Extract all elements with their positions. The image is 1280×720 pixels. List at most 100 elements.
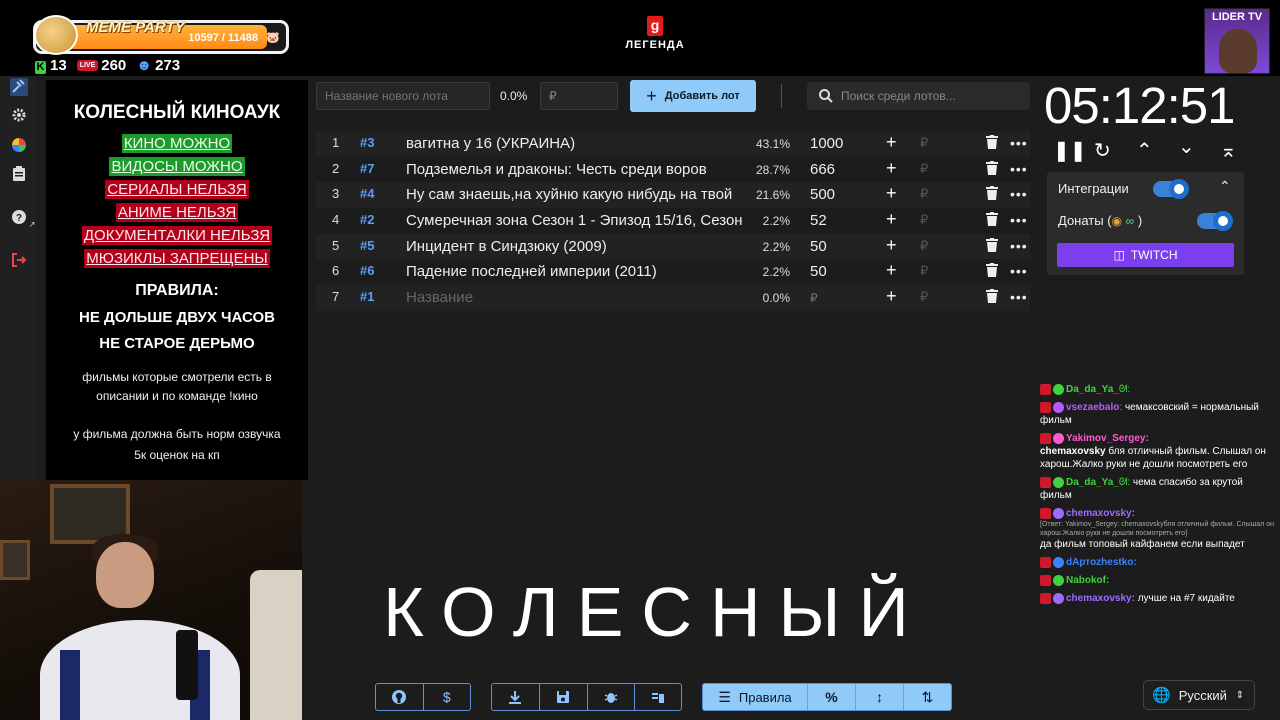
lot-currency[interactable]: ₽ [920,238,928,254]
chat-nick[interactable]: Da_da_Ya_ [1066,477,1119,488]
lot-currency[interactable]: ₽ [920,186,928,202]
wheel-icon[interactable] [10,137,28,155]
chevron-up-icon[interactable]: ⌃ [1136,138,1153,163]
help-icon[interactable]: ? [10,209,28,227]
chat-nick[interactable]: chemaxovsky: [1066,593,1135,604]
search-icon [819,89,833,103]
chevron-down-icon[interactable]: ⌄ [1178,134,1195,159]
add-amount-icon[interactable]: + [886,158,897,179]
rules-heading: ПРАВИЛА: [135,282,219,299]
add-lot-button[interactable]: + Добавить лот [630,80,756,112]
live-icon: LIVE [76,60,99,72]
lot-row: 6 #6 Падение последней империи (2011) 2.2% 5… [316,259,1030,285]
add-amount-icon[interactable]: + [886,209,897,230]
lot-name-field[interactable]: Инцидент в Синдзюку (2009) [406,238,742,255]
bug-icon[interactable] [588,684,636,710]
lot-currency[interactable]: ₽ [920,161,928,177]
lots-table: 1 #3 вагитна у 16 (УКРАИНА) 43.1% 1000 + ₽ ••• 2… [316,131,1030,311]
list-icon: ☰ [718,688,731,705]
lot-amount-field[interactable]: 52 [810,212,827,229]
more-options-icon[interactable]: ••• [1010,186,1028,202]
chat-nick[interactable]: chemaxovsky: [1066,508,1135,519]
viewers-count: 273 [155,56,181,74]
meme-party-title: MEME PARTY [86,19,185,36]
lot-currency[interactable]: ₽ [920,289,928,305]
clipboard-icon[interactable] [10,166,28,184]
auction-gavel-icon[interactable] [10,78,28,96]
new-lot-price-input[interactable]: ₽ [540,82,618,110]
add-amount-icon[interactable]: + [886,235,897,256]
language-select[interactable]: 🌐 Русский ⇕ [1143,680,1255,710]
logo-text: ЛЕГЕНДА [625,39,685,51]
lot-amount-field[interactable]: ₽ [810,291,818,305]
chat-nick[interactable]: vsezaebalo [1066,402,1119,413]
lot-amount-field[interactable]: 1000 [810,135,843,152]
trash-icon[interactable] [986,135,998,152]
reset-icon[interactable]: ↻ [1094,138,1111,163]
lot-currency[interactable]: ₽ [920,135,928,151]
lot-name-field[interactable]: Сумеречная зона Сезон 1 - Эпизод 15/16, … [406,212,742,229]
lot-row: 4 #2 Сумеречная зона Сезон 1 - Эпизод 15/1… [316,208,1030,234]
chat-nick[interactable]: Yakimov_Sergey: [1066,433,1149,444]
trash-icon[interactable] [986,160,998,178]
lot-amount-field[interactable]: 666 [810,161,835,178]
lot-amount-field[interactable]: 500 [810,186,835,203]
chat-message: Yakimov_Sergey: chemaxovsky бля отличный … [1040,432,1276,471]
new-lot-name-input[interactable] [316,82,490,110]
user-badge-icon [1053,401,1064,413]
compact-view-icon[interactable]: ↕ [856,684,904,710]
twitch-button[interactable]: ◫ TWITCH [1057,243,1234,267]
toolbar-divider [781,84,782,108]
lot-percent: 28.7% [755,162,790,177]
double-up-icon[interactable]: ⌅ [1220,138,1237,163]
chat-nick[interactable]: Da_da_Ya_ [1066,384,1119,395]
lot-name-field[interactable]: Падение последней империи (2011) [406,263,742,280]
trash-icon[interactable] [986,289,998,306]
more-options-icon[interactable]: ••• [1010,238,1028,254]
lot-amount-field[interactable]: 50 [810,238,827,255]
more-options-icon[interactable]: ••• [1010,135,1028,151]
trash-icon[interactable] [986,186,998,203]
lot-search-input[interactable]: Поиск среди лотов... [807,82,1030,110]
trash-icon[interactable] [986,212,998,229]
pause-icon[interactable]: ❚❚ [1053,138,1087,163]
sort-icon[interactable]: ⇅ [904,684,951,710]
add-amount-icon[interactable]: + [886,132,897,153]
more-options-icon[interactable]: ••• [1010,263,1028,279]
trash-icon[interactable] [986,263,998,280]
percent-toggle-button[interactable]: % [808,684,856,710]
github-icon[interactable] [376,684,424,710]
save-icon[interactable] [540,684,588,710]
donations-toggle[interactable] [1197,211,1233,231]
lot-name-field[interactable]: Ну сам знаешь,на хуйню какую нибудь на т… [406,186,742,203]
lot-name-field[interactable]: Подземелья и драконы: Честь среди воров [406,161,742,178]
plus-icon: + [646,85,657,106]
add-amount-icon[interactable]: + [886,260,897,281]
logout-icon[interactable] [10,252,28,270]
lot-amount-field[interactable]: 50 [810,263,827,280]
rule-line: НЕ СТАРОЕ ДЕРЬМО [99,335,255,352]
gear-icon[interactable] [10,107,28,125]
add-amount-icon[interactable]: + [886,183,897,204]
rules-button-label: Правила [738,689,792,705]
rules-button[interactable]: ☰ Правила [703,684,808,710]
lot-index: 2 [332,160,340,176]
trash-icon[interactable] [986,237,998,255]
lot-name-field[interactable]: вагитна у 16 (УКРАИНА) [406,135,742,152]
chat-nick[interactable]: Nabokof: [1066,575,1109,586]
lot-currency[interactable]: ₽ [920,212,928,228]
collapse-chevron-icon[interactable]: ⌃ [1219,178,1231,195]
user-badge-icon [1053,476,1064,488]
donate-dollar-icon[interactable]: $ [424,684,471,710]
more-options-icon[interactable]: ••• [1010,212,1028,228]
external-link-icon: ↗ [28,220,36,229]
download-icon[interactable] [492,684,540,710]
add-amount-icon[interactable]: + [886,286,897,307]
more-options-icon[interactable]: ••• [1010,161,1028,177]
more-options-icon[interactable]: ••• [1010,289,1028,305]
lot-name-field[interactable]: Название [406,289,742,306]
integrations-toggle[interactable] [1153,179,1189,199]
lot-currency[interactable]: ₽ [920,263,928,279]
clear-list-icon[interactable] [635,684,681,710]
chat-nick[interactable]: dАртоzhestko: [1066,557,1137,568]
